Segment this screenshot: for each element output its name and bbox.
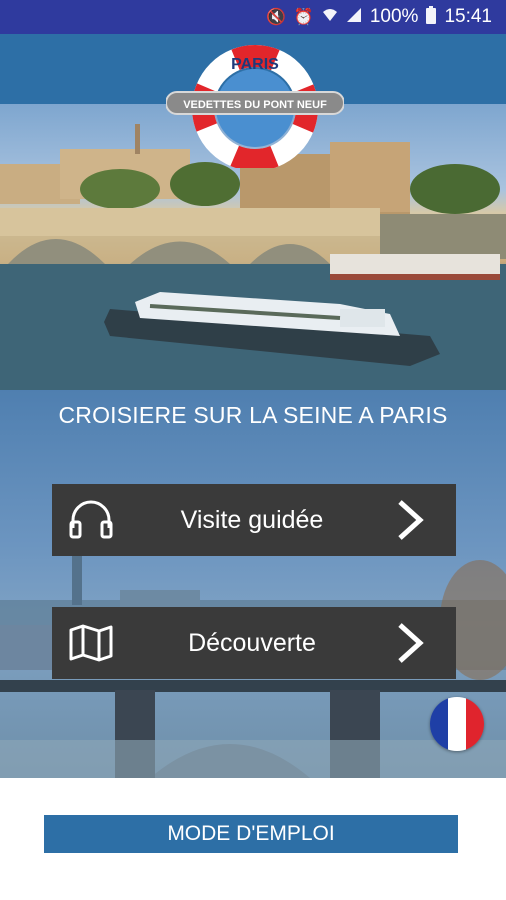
discovery-label: Découverte <box>188 628 316 657</box>
wifi-icon <box>322 7 338 28</box>
guided-tour-label: Visite guidée <box>180 505 324 534</box>
signal-icon <box>346 7 362 28</box>
instructions-button[interactable]: MODE D'EMPLOI <box>44 815 458 853</box>
battery-icon <box>426 5 437 29</box>
headphones-icon <box>68 497 114 543</box>
guided-tour-button[interactable]: Visite guidée <box>52 484 456 556</box>
page-subtitle: CROISIERE SUR LA SEINE A PARIS <box>58 402 448 428</box>
clock: 15:41 <box>444 6 492 27</box>
map-icon <box>68 620 114 666</box>
chevron-right-icon <box>390 497 430 543</box>
status-bar: 🔇 ⏰ 100% 15:41 <box>0 0 506 34</box>
logo-top-text: PARIS <box>231 56 279 73</box>
logo: PARIS VEDETTES DU PONT NEUF <box>165 44 345 172</box>
discovery-button[interactable]: Découverte <box>52 607 456 679</box>
mute-icon: 🔇 <box>266 9 286 26</box>
chevron-right-icon <box>390 620 430 666</box>
battery-level: 100% <box>369 6 419 27</box>
alarm-icon: ⏰ <box>293 9 314 26</box>
logo-band-text: VEDETTES DU PONT NEUF <box>183 99 327 111</box>
france-flag-icon[interactable] <box>430 697 484 751</box>
